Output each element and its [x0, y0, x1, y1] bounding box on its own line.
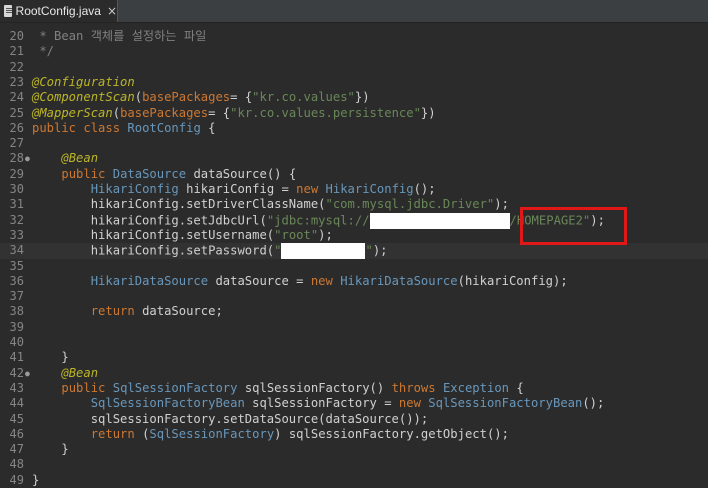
- code-line[interactable]: public class RootConfig {: [32, 121, 215, 136]
- line-number: 45: [9, 411, 24, 426]
- line-number: 32: [9, 212, 24, 227]
- code-line[interactable]: return (SqlSessionFactory) sqlSessionFac…: [32, 427, 509, 442]
- line-number: 43: [9, 380, 24, 395]
- code-line[interactable]: }: [32, 350, 68, 365]
- line-number: 35: [9, 258, 24, 273]
- code-line[interactable]: @Configuration: [32, 75, 135, 90]
- redacted-region: [281, 243, 366, 260]
- line-number: 29: [9, 166, 24, 181]
- line-number: 22: [9, 59, 24, 74]
- line-number: 44: [9, 396, 24, 411]
- line-number: 42: [9, 365, 24, 380]
- java-file-icon: [4, 5, 12, 17]
- highlight-annotation-box: [520, 207, 627, 245]
- code-line[interactable]: sqlSessionFactory.setDataSource(dataSour…: [32, 412, 429, 427]
- line-number: 23: [9, 74, 24, 89]
- code-line[interactable]: hikariConfig.setUsername("root");: [32, 228, 333, 243]
- line-number: 30: [9, 182, 24, 196]
- line-number: 26: [9, 120, 24, 135]
- editor-tab-bar: RootConfig.java ×: [0, 0, 708, 23]
- tab-title: RootConfig.java: [15, 4, 101, 18]
- line-number: 34: [9, 243, 24, 258]
- code-line[interactable]: public DataSource dataSource() {: [32, 167, 296, 182]
- code-line[interactable]: @MapperScan(basePackages= {"kr.co.values…: [32, 106, 436, 121]
- line-number: 39: [9, 319, 24, 334]
- line-number: 40: [9, 335, 24, 349]
- code-line[interactable]: hikariConfig.setDriverClassName("com.mys…: [32, 197, 509, 212]
- tab-rootconfig-java[interactable]: RootConfig.java ×: [0, 0, 118, 22]
- code-line[interactable]: }: [32, 473, 39, 488]
- code-line[interactable]: */: [32, 44, 54, 59]
- line-number: 37: [9, 289, 24, 304]
- line-number: 47: [9, 442, 24, 457]
- code-line[interactable]: @ComponentScan(basePackages= {"kr.co.val…: [32, 90, 370, 105]
- line-number: 28: [9, 151, 24, 166]
- code-line[interactable]: return dataSource;: [32, 304, 223, 319]
- line-number: 21: [9, 44, 24, 59]
- code-line[interactable]: HikariDataSource dataSource = new Hikari…: [32, 274, 568, 289]
- code-line[interactable]: hikariConfig.setJdbcUrl("jdbc:mysql:///H…: [32, 212, 605, 229]
- line-number: 48: [9, 457, 24, 472]
- code-line[interactable]: hikariConfig.setPassword(" ");: [32, 243, 388, 260]
- line-number: 38: [9, 304, 24, 319]
- fold-marker-icon[interactable]: ●: [25, 154, 30, 163]
- line-number: 33: [9, 227, 24, 242]
- code-line[interactable]: public SqlSessionFactory sqlSessionFacto…: [32, 381, 523, 396]
- line-number: 31: [9, 197, 24, 212]
- redacted-region: [369, 212, 510, 229]
- close-icon[interactable]: ×: [107, 4, 117, 18]
- line-number: 36: [9, 273, 24, 288]
- line-number: 46: [9, 426, 24, 441]
- code-line[interactable]: SqlSessionFactoryBean sqlSessionFactory …: [32, 396, 605, 411]
- code-line[interactable]: @Bean: [32, 151, 98, 166]
- line-number: 20: [9, 29, 24, 43]
- code-line[interactable]: @Bean: [32, 366, 98, 381]
- fold-marker-icon[interactable]: ●: [25, 369, 30, 378]
- line-number: 25: [9, 105, 24, 120]
- code-line[interactable]: HikariConfig hikariConfig = new HikariCo…: [32, 182, 436, 197]
- line-number: 24: [9, 90, 24, 105]
- code-line[interactable]: }: [32, 442, 68, 457]
- line-number: 49: [9, 472, 24, 487]
- line-number: 41: [9, 350, 24, 365]
- code-line[interactable]: * Bean 객체를 설정하는 파일: [32, 29, 206, 44]
- line-number: 27: [9, 136, 24, 151]
